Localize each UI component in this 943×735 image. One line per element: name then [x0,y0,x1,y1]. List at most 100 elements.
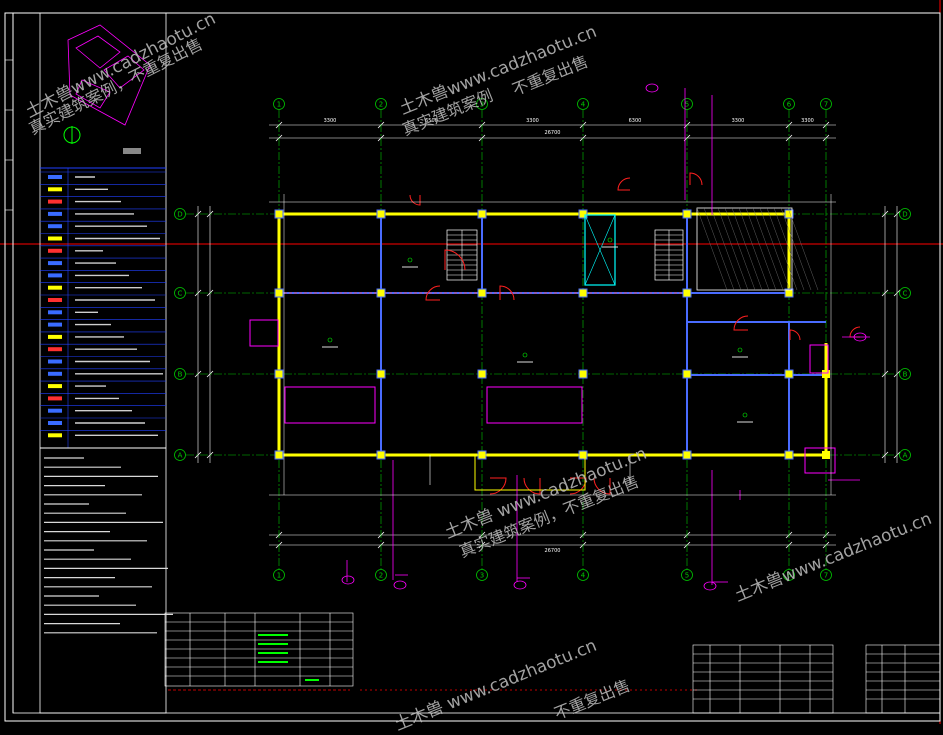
toilet-block [696,207,793,291]
grid-column-bottom-label: 7 [824,572,828,580]
legend-symbol-icon [48,371,62,376]
legend-symbol-icon [48,347,62,352]
dimension-total-bottom: 26700 [545,548,561,554]
grid-column-top-label: 1 [277,101,281,109]
grid-column-bottom-label: 5 [685,572,689,580]
structural-column [682,288,692,298]
grid-row-right-label: A [903,452,908,460]
dimension-value: 3300 [526,118,539,124]
legend-symbol-icon [48,224,62,229]
section-callout-bubble [393,580,407,590]
annotation-box [804,447,836,474]
door-window-schedule-right [692,644,834,714]
grid-row-left-label: D [177,211,182,219]
legend-symbol-icon [48,175,62,179]
dimension-total: 26700 [545,130,561,136]
grid-column-bottom-label: 2 [379,572,383,580]
room-marker [737,347,743,353]
section-callout-bubble [703,581,717,591]
structural-column [784,369,794,379]
legend-symbol-icon [48,236,62,241]
grid-column-bottom-label: 3 [480,572,484,580]
structural-column [274,450,284,460]
grid-row-left-label: B [178,371,183,379]
section-callout-bubble [645,83,659,93]
door-swing [849,326,861,338]
structural-column [822,451,830,459]
structural-column [376,288,386,298]
legend-symbol-icon [48,359,62,364]
structural-column [376,450,386,460]
grid-column-top-label: 6 [787,101,792,109]
structural-column [477,369,487,379]
annotation-box [284,386,376,424]
door-swing [409,194,421,206]
legend-symbol-icon [48,433,62,438]
north-arrow-icon [63,126,81,144]
structural-column [822,370,830,378]
dimension-value: 3300 [801,118,814,124]
door-swing [489,477,507,495]
structural-column [784,450,794,460]
structural-column [682,209,692,219]
structural-column [682,450,692,460]
legend-symbol-icon [48,248,62,253]
section-callout-bubble [513,580,527,590]
legend-symbol-icon [48,396,62,401]
structural-column [578,369,588,379]
legend-symbol-icon [48,384,62,389]
door-swing [617,177,631,191]
schedule-green-entries [258,634,319,681]
structural-column [376,369,386,379]
section-callout-bubble [341,575,355,585]
legend-symbol-icon [48,273,62,278]
legend-symbol-icon [48,187,62,192]
legend-symbol-icon [48,211,62,216]
general-notes [44,457,173,634]
door-window-schedule-left [164,612,354,687]
structural-column [477,209,487,219]
binding-strip-ticks [5,59,13,211]
structural-column [682,369,692,379]
legend-symbol-icon [48,408,62,413]
structural-column [477,288,487,298]
door-swing [789,329,801,341]
legend-symbol-icon [48,334,62,339]
grid-column-bottom-label: 1 [277,572,281,580]
room-marker [407,257,413,263]
legend-symbol-icon [48,310,62,315]
structural-column [274,369,284,379]
room-marker [327,337,333,343]
legend-symbol-icon [48,298,62,302]
annotation-box [249,319,279,347]
legend-symbol-icon [48,199,62,204]
grid-row-left-label: C [178,290,183,298]
room-marker [522,352,528,358]
grid-row-right-label: B [903,371,908,379]
grid-column-top-label: 2 [379,101,383,109]
grid-column-top-label: 4 [581,101,586,109]
structural-column [274,209,284,219]
legend-table [40,168,166,448]
title-block [865,644,941,714]
grid-column-bottom-label: 4 [581,572,586,580]
legend-symbol-icon [48,261,62,266]
structural-column [376,209,386,219]
grid-column-top-label: 7 [824,101,828,109]
dimension-value: 6300 [629,118,642,124]
dimension-value: 3300 [732,118,745,124]
room-marker [607,237,613,243]
grid-row-right-label: C [903,290,908,298]
dimension-value: 3300 [324,118,337,124]
legend-symbol-icon [48,285,62,290]
legend-symbol-icon [48,322,62,327]
door-swing [689,172,703,186]
legend-symbol-icon [48,421,62,425]
grid-row-left-label: A [178,452,183,460]
hatch-sample-icon [123,148,141,154]
structural-column [274,288,284,298]
room-marker [742,412,748,418]
grid-row-right-label: D [902,211,907,219]
grid-column-top-label: 5 [685,101,689,109]
annotation-box [486,386,583,424]
